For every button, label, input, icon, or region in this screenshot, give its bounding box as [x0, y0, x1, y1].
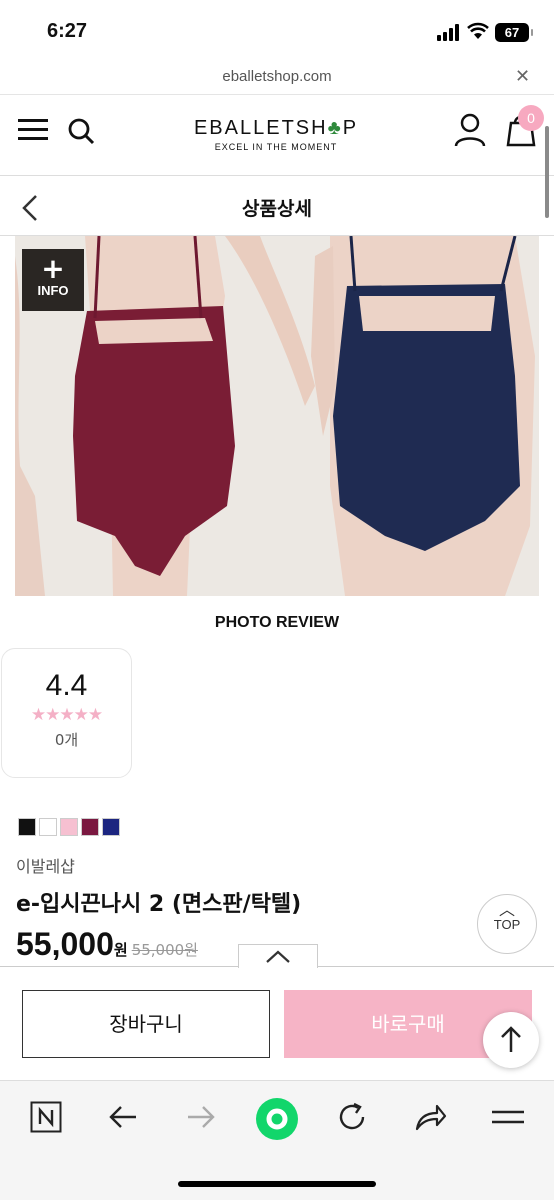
swatch-pink[interactable]: [60, 818, 78, 836]
tabs-menu-icon[interactable]: [492, 1101, 524, 1133]
price-unit: 원: [113, 941, 128, 959]
add-to-cart-button[interactable]: 장바구니: [22, 990, 270, 1058]
clover-icon: ♣: [327, 117, 343, 139]
title-bar: 상품상세: [0, 176, 554, 236]
logo-tagline: EXCEL IN THE MOMENT: [214, 142, 338, 152]
arrow-up-icon: [501, 1026, 521, 1052]
product-name: e-입시끈나시 2 (면스판/탁텔): [16, 892, 302, 917]
chevron-up-icon: ︿: [498, 900, 515, 919]
cart-count-badge: 0: [518, 105, 544, 131]
swatch-navy[interactable]: [102, 818, 120, 836]
swatch-white[interactable]: [39, 818, 57, 836]
status-bar: 6:27 67: [0, 0, 554, 62]
forward-arrow-icon[interactable]: [186, 1101, 216, 1133]
close-icon[interactable]: ✕: [515, 66, 530, 87]
product-photo: [15, 236, 539, 596]
share-icon[interactable]: [413, 1101, 447, 1133]
product-image[interactable]: [15, 236, 539, 596]
url-bar[interactable]: eballetshop.com ✕: [0, 62, 554, 94]
sale-price: 55,000: [16, 926, 114, 962]
photo-review-heading: PHOTO REVIEW: [214, 614, 340, 631]
rating-card[interactable]: 4.4 ★★★★★ 0개: [1, 648, 132, 778]
back-arrow-icon[interactable]: [108, 1101, 138, 1133]
home-indicator[interactable]: [178, 1181, 376, 1187]
green-home-icon[interactable]: [255, 1097, 299, 1141]
logo-wordmark: EBALLETSH♣P: [193, 117, 359, 139]
info-label: INFO: [37, 283, 69, 298]
user-icon[interactable]: [453, 113, 487, 147]
review-count: 0개: [54, 731, 79, 749]
top-label: TOP: [493, 917, 521, 932]
site-logo[interactable]: EBALLETSH♣P EXCEL IN THE MOMENT: [178, 117, 374, 152]
sheet-toggle[interactable]: [238, 944, 318, 968]
swatch-black[interactable]: [18, 818, 36, 836]
info-button[interactable]: + INFO: [22, 249, 84, 311]
site-header: EBALLETSH♣P EXCEL IN THE MOMENT 0: [0, 94, 554, 176]
page-title: 상품상세: [242, 198, 312, 220]
swatch-burgundy[interactable]: [81, 818, 99, 836]
product-brand[interactable]: 이발레샵: [16, 853, 75, 877]
signal-icon: [437, 24, 461, 41]
scroll-up-button[interactable]: [483, 1012, 539, 1068]
n-icon[interactable]: [30, 1101, 62, 1133]
original-price: 55,000원: [131, 941, 198, 959]
wifi-icon: [467, 22, 489, 39]
menu-icon[interactable]: [18, 119, 48, 141]
scroll-top-button[interactable]: ︿ TOP: [477, 894, 537, 954]
search-icon[interactable]: [67, 117, 95, 145]
reload-icon[interactable]: [336, 1101, 368, 1133]
rating-stars: ★★★★★: [30, 705, 103, 725]
chevron-up-icon: [266, 950, 290, 963]
color-swatches: [18, 818, 123, 836]
battery-indicator: 67: [495, 23, 533, 42]
price-block: 55,000원 55,000원: [16, 926, 198, 963]
plus-icon: +: [41, 252, 65, 285]
rating-score: 4.4: [45, 669, 88, 702]
status-time: 6:27: [47, 20, 88, 42]
url-text[interactable]: eballetshop.com: [0, 68, 554, 85]
